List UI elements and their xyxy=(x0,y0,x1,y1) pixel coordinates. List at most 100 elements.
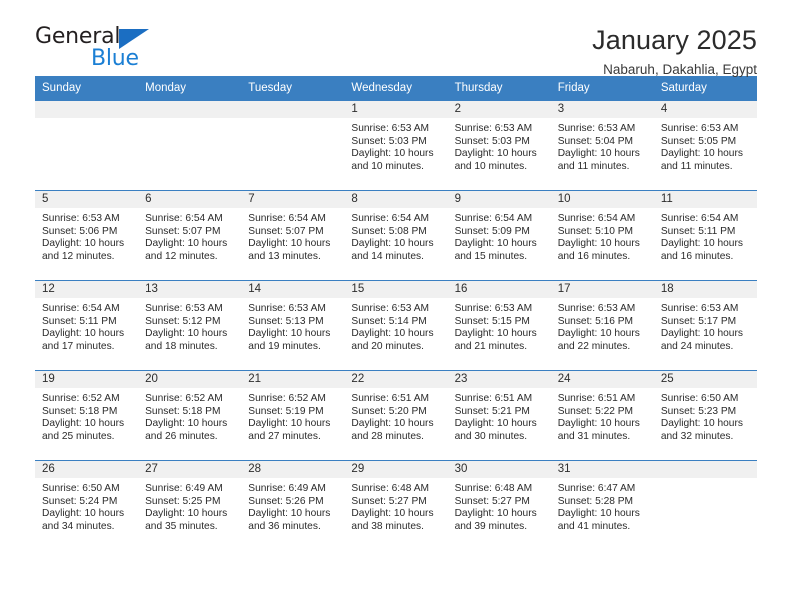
sunset-text: Sunset: 5:27 PM xyxy=(454,495,530,507)
sunset-text: Sunset: 5:11 PM xyxy=(660,225,736,237)
calendar-day-cell[interactable]: 20 Sunrise: 6:52 AM Sunset: 5:18 PM Dayligh… xyxy=(138,370,242,461)
sunrise-text: Sunrise: 6:54 AM xyxy=(660,213,739,224)
calendar-cell-empty xyxy=(653,460,757,551)
daylight-text: Daylight: 10 hours and 34 minutes. xyxy=(42,508,125,532)
weekday-header-row: Sunday Monday Tuesday Wednesday Thursday… xyxy=(35,76,757,101)
calendar-day-cell[interactable]: 21 Sunrise: 6:52 AM Sunset: 5:19 PM Dayligh… xyxy=(241,370,345,461)
day-details: Sunrise: 6:51 AM Sunset: 5:22 PM Daylight:… xyxy=(551,388,654,443)
day-number: 4 xyxy=(653,101,757,118)
calendar-day-cell[interactable]: 30 Sunrise: 6:48 AM Sunset: 5:27 PM Dayligh… xyxy=(447,460,551,551)
day-details: Sunrise: 6:53 AM Sunset: 5:14 PM Daylight:… xyxy=(344,298,447,353)
calendar-day-cell[interactable]: 27 Sunrise: 6:49 AM Sunset: 5:25 PM Dayligh… xyxy=(138,460,242,551)
day-details: Sunrise: 6:52 AM Sunset: 5:19 PM Daylight:… xyxy=(241,388,344,443)
sunrise-text: Sunrise: 6:54 AM xyxy=(454,213,533,224)
logo-text-blue: Blue xyxy=(91,46,139,71)
sunrise-text: Sunrise: 6:54 AM xyxy=(145,213,223,224)
sunrise-text: Sunrise: 6:53 AM xyxy=(660,303,739,314)
sunrise-text: Sunrise: 6:53 AM xyxy=(351,123,430,134)
sunrise-text: Sunrise: 6:52 AM xyxy=(248,393,326,404)
calendar-day-cell[interactable]: 31 Sunrise: 6:47 AM Sunset: 5:28 PM Dayligh… xyxy=(550,460,654,551)
weekday-header-friday: Friday xyxy=(550,76,654,101)
calendar-day-cell[interactable]: 8 Sunrise: 6:54 AM Sunset: 5:08 PM Daylight… xyxy=(344,190,448,281)
day-number: 15 xyxy=(344,281,448,298)
sunrise-text: Sunrise: 6:53 AM xyxy=(42,213,120,224)
sunset-text: Sunset: 5:19 PM xyxy=(248,405,324,417)
sunset-text: Sunset: 5:07 PM xyxy=(145,225,221,237)
sunrise-text: Sunrise: 6:53 AM xyxy=(145,303,223,314)
calendar-day-cell[interactable]: 23 Sunrise: 6:51 AM Sunset: 5:21 PM Dayligh… xyxy=(447,370,551,461)
day-number xyxy=(35,101,139,118)
calendar-day-cell[interactable]: 6 Sunrise: 6:54 AM Sunset: 5:07 PM Daylight… xyxy=(138,190,242,281)
sunset-text: Sunset: 5:10 PM xyxy=(557,225,634,237)
sunrise-text: Sunrise: 6:51 AM xyxy=(351,393,430,404)
day-details: Sunrise: 6:53 AM Sunset: 5:03 PM Daylight:… xyxy=(344,118,447,173)
calendar-day-cell[interactable]: 2 Sunrise: 6:53 AM Sunset: 5:03 PM Daylight… xyxy=(447,100,551,191)
calendar-day-cell[interactable]: 16 Sunrise: 6:53 AM Sunset: 5:15 PM Dayligh… xyxy=(447,280,551,371)
day-details: Sunrise: 6:53 AM Sunset: 5:03 PM Daylight:… xyxy=(448,118,551,173)
page-subtitle: Nabaruh, Dakahlia, Egypt xyxy=(603,62,757,78)
calendar-day-cell[interactable]: 26 Sunrise: 6:50 AM Sunset: 5:24 PM Dayligh… xyxy=(35,460,139,551)
calendar-day-cell[interactable]: 12 Sunrise: 6:54 AM Sunset: 5:11 PM Dayligh… xyxy=(35,280,139,371)
day-details: Sunrise: 6:53 AM Sunset: 5:16 PM Daylight:… xyxy=(551,298,654,353)
calendar-cell-empty xyxy=(241,100,345,191)
calendar-day-cell[interactable]: 11 Sunrise: 6:54 AM Sunset: 5:11 PM Dayligh… xyxy=(653,190,757,281)
calendar-day-cell[interactable]: 15 Sunrise: 6:53 AM Sunset: 5:14 PM Dayligh… xyxy=(344,280,448,371)
calendar-day-cell[interactable]: 14 Sunrise: 6:53 AM Sunset: 5:13 PM Dayligh… xyxy=(241,280,345,371)
day-number: 30 xyxy=(447,461,551,478)
weekday-header-sunday: Sunday xyxy=(35,76,139,101)
calendar-cell-empty xyxy=(138,100,242,191)
sunrise-text: Sunrise: 6:53 AM xyxy=(454,303,533,314)
sunset-text: Sunset: 5:20 PM xyxy=(351,405,427,417)
sunset-text: Sunset: 5:08 PM xyxy=(351,225,427,237)
calendar-day-cell[interactable]: 4 Sunrise: 6:53 AM Sunset: 5:05 PM Daylight… xyxy=(653,100,757,191)
sunset-text: Sunset: 5:28 PM xyxy=(557,495,634,507)
sunrise-text: Sunrise: 6:53 AM xyxy=(248,303,326,314)
calendar-day-cell[interactable]: 1 Sunrise: 6:53 AM Sunset: 5:03 PM Daylight… xyxy=(344,100,448,191)
calendar-week-row: 12 Sunrise: 6:54 AM Sunset: 5:11 PM Dayligh… xyxy=(35,280,757,371)
daylight-text: Daylight: 10 hours and 19 minutes. xyxy=(248,328,331,352)
sunset-text: Sunset: 5:13 PM xyxy=(248,315,324,327)
daylight-text: Daylight: 10 hours and 24 minutes. xyxy=(660,328,743,352)
daylight-text: Daylight: 10 hours and 30 minutes. xyxy=(454,418,537,442)
day-details: Sunrise: 6:49 AM Sunset: 5:25 PM Daylight:… xyxy=(138,478,241,533)
calendar-day-cell[interactable]: 3 Sunrise: 6:53 AM Sunset: 5:04 PM Daylight… xyxy=(550,100,654,191)
calendar-day-cell[interactable]: 7 Sunrise: 6:54 AM Sunset: 5:07 PM Daylight… xyxy=(241,190,345,281)
day-number: 14 xyxy=(241,281,345,298)
day-number: 16 xyxy=(447,281,551,298)
day-number: 11 xyxy=(653,191,757,208)
calendar-day-cell[interactable]: 13 Sunrise: 6:53 AM Sunset: 5:12 PM Dayligh… xyxy=(138,280,242,371)
sunset-text: Sunset: 5:09 PM xyxy=(454,225,530,237)
calendar-day-cell[interactable]: 9 Sunrise: 6:54 AM Sunset: 5:09 PM Daylight… xyxy=(447,190,551,281)
sunrise-text: Sunrise: 6:50 AM xyxy=(660,393,739,404)
day-details: Sunrise: 6:53 AM Sunset: 5:15 PM Daylight:… xyxy=(448,298,551,353)
day-number: 17 xyxy=(550,281,654,298)
calendar-day-cell[interactable]: 18 Sunrise: 6:53 AM Sunset: 5:17 PM Dayligh… xyxy=(653,280,757,371)
daylight-text: Daylight: 10 hours and 28 minutes. xyxy=(351,418,434,442)
calendar-day-cell[interactable]: 25 Sunrise: 6:50 AM Sunset: 5:23 PM Dayligh… xyxy=(653,370,757,461)
calendar-day-cell[interactable]: 19 Sunrise: 6:52 AM Sunset: 5:18 PM Dayligh… xyxy=(35,370,139,461)
day-details: Sunrise: 6:53 AM Sunset: 5:05 PM Daylight:… xyxy=(654,118,757,173)
day-number: 20 xyxy=(138,371,242,388)
calendar-day-cell[interactable]: 5 Sunrise: 6:53 AM Sunset: 5:06 PM Daylight… xyxy=(35,190,139,281)
sunset-text: Sunset: 5:27 PM xyxy=(351,495,427,507)
calendar-day-cell[interactable]: 17 Sunrise: 6:53 AM Sunset: 5:16 PM Dayligh… xyxy=(550,280,654,371)
sunrise-text: Sunrise: 6:54 AM xyxy=(351,213,430,224)
title-block: January 2025 Nabaruh, Dakahlia, Egypt xyxy=(592,26,757,78)
day-details: Sunrise: 6:54 AM Sunset: 5:09 PM Daylight:… xyxy=(448,208,551,263)
logo-text-general: General xyxy=(35,24,121,49)
sunset-text: Sunset: 5:14 PM xyxy=(351,315,427,327)
calendar-day-cell[interactable]: 22 Sunrise: 6:51 AM Sunset: 5:20 PM Dayligh… xyxy=(344,370,448,461)
calendar-day-cell[interactable]: 24 Sunrise: 6:51 AM Sunset: 5:22 PM Dayligh… xyxy=(550,370,654,461)
calendar-day-cell[interactable]: 28 Sunrise: 6:49 AM Sunset: 5:26 PM Dayligh… xyxy=(241,460,345,551)
daylight-text: Daylight: 10 hours and 41 minutes. xyxy=(557,508,640,532)
sunset-text: Sunset: 5:18 PM xyxy=(145,405,221,417)
sunset-text: Sunset: 5:06 PM xyxy=(42,225,118,237)
daylight-text: Daylight: 10 hours and 13 minutes. xyxy=(248,238,331,262)
daylight-text: Daylight: 10 hours and 26 minutes. xyxy=(145,418,228,442)
calendar-day-cell[interactable]: 29 Sunrise: 6:48 AM Sunset: 5:27 PM Dayligh… xyxy=(344,460,448,551)
calendar-week-row: 19 Sunrise: 6:52 AM Sunset: 5:18 PM Dayligh… xyxy=(35,370,757,461)
day-details: Sunrise: 6:53 AM Sunset: 5:13 PM Daylight:… xyxy=(241,298,344,353)
calendar-day-cell[interactable]: 10 Sunrise: 6:54 AM Sunset: 5:10 PM Dayligh… xyxy=(550,190,654,281)
sunrise-text: Sunrise: 6:48 AM xyxy=(351,483,430,494)
day-number: 19 xyxy=(35,371,139,388)
